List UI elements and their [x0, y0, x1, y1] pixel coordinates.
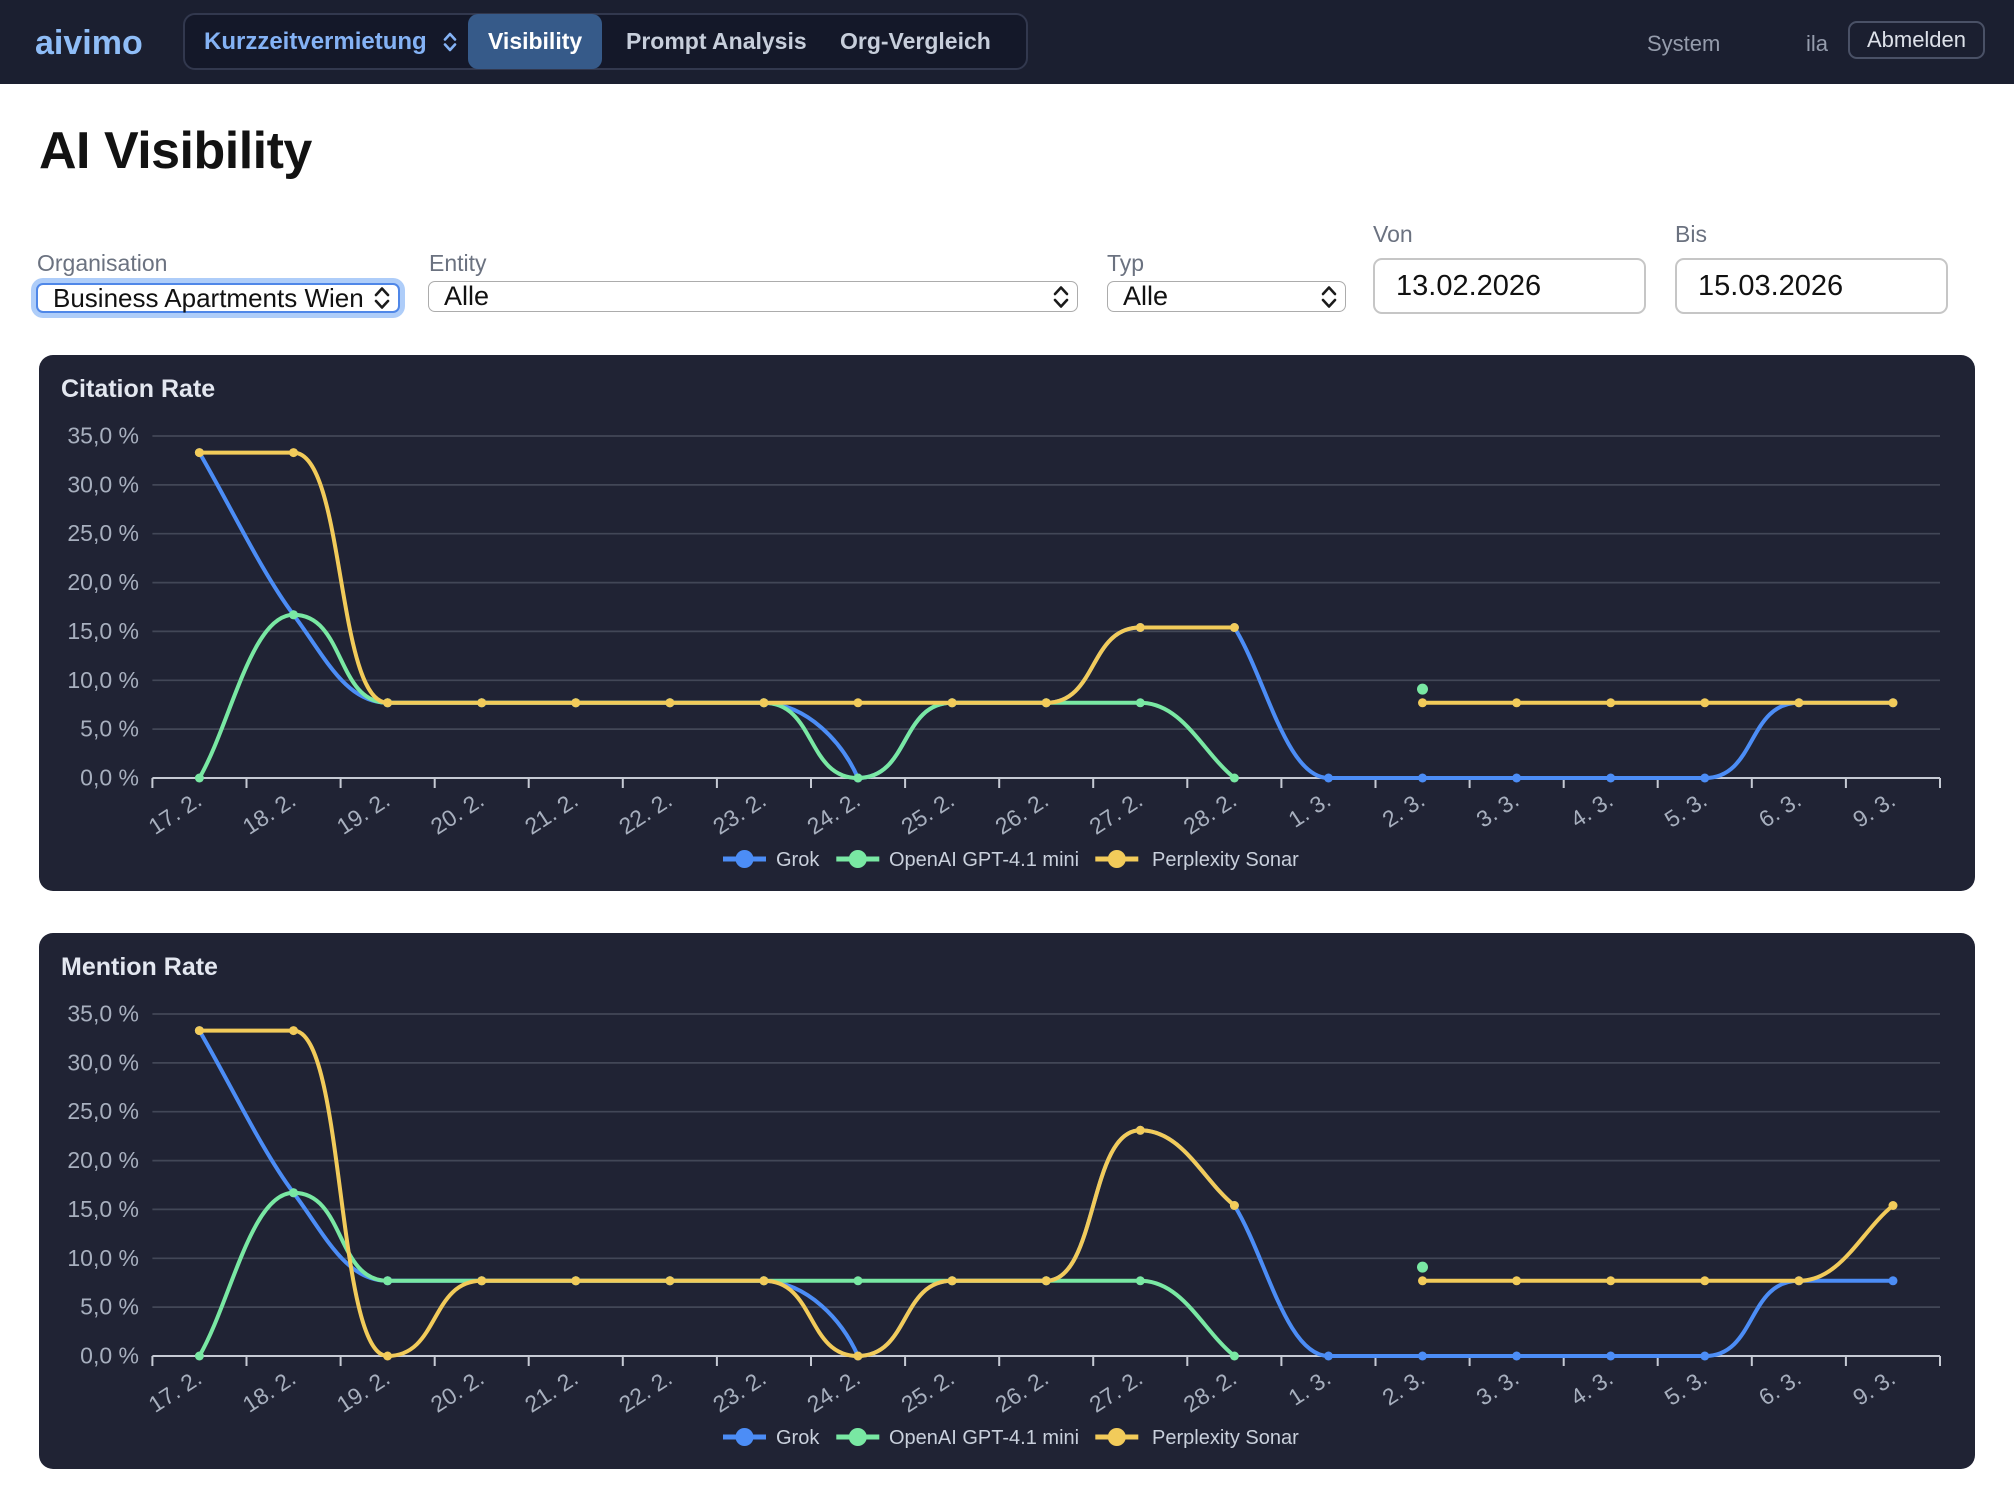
svg-text:21. 2.: 21. 2. [520, 786, 582, 839]
svg-text:0,0 %: 0,0 % [80, 1343, 139, 1369]
svg-text:25,0 %: 25,0 % [67, 1098, 139, 1124]
svg-text:6. 3.: 6. 3. [1754, 786, 1806, 832]
svg-text:22. 2.: 22. 2. [614, 786, 676, 839]
svg-text:30,0 %: 30,0 % [67, 1049, 139, 1075]
svg-text:4. 3.: 4. 3. [1566, 786, 1618, 832]
svg-text:23. 2.: 23. 2. [708, 1364, 770, 1417]
svg-text:25. 2.: 25. 2. [896, 786, 958, 839]
svg-text:5. 3.: 5. 3. [1660, 1364, 1712, 1410]
svg-text:23. 2.: 23. 2. [708, 786, 770, 839]
svg-text:2. 3.: 2. 3. [1378, 1364, 1430, 1410]
svg-text:OpenAI GPT-4.1 mini: OpenAI GPT-4.1 mini [889, 1427, 1079, 1449]
svg-text:27. 2.: 27. 2. [1085, 1364, 1147, 1417]
svg-text:9. 3.: 9. 3. [1848, 1364, 1900, 1410]
svg-text:21. 2.: 21. 2. [520, 1364, 582, 1417]
svg-text:2. 3.: 2. 3. [1378, 786, 1430, 832]
svg-text:9. 3.: 9. 3. [1848, 786, 1900, 832]
svg-text:6. 3.: 6. 3. [1754, 1364, 1806, 1410]
svg-text:19. 2.: 19. 2. [332, 786, 394, 839]
svg-text:15,0 %: 15,0 % [67, 1196, 139, 1222]
svg-text:20,0 %: 20,0 % [67, 569, 139, 595]
svg-text:27. 2.: 27. 2. [1085, 786, 1147, 839]
svg-text:Perplexity Sonar: Perplexity Sonar [1152, 849, 1299, 871]
svg-text:25,0 %: 25,0 % [67, 520, 139, 546]
svg-text:35,0 %: 35,0 % [67, 1001, 139, 1027]
svg-text:5,0 %: 5,0 % [80, 1294, 139, 1320]
svg-text:19. 2.: 19. 2. [332, 1364, 394, 1417]
svg-text:10,0 %: 10,0 % [67, 1245, 139, 1271]
svg-text:17. 2.: 17. 2. [144, 1364, 206, 1417]
svg-text:5. 3.: 5. 3. [1660, 786, 1712, 832]
svg-text:3. 3.: 3. 3. [1472, 786, 1524, 832]
svg-text:20. 2.: 20. 2. [426, 1364, 488, 1417]
svg-text:30,0 %: 30,0 % [67, 471, 139, 497]
svg-text:1. 3.: 1. 3. [1284, 1364, 1336, 1410]
svg-text:OpenAI GPT-4.1 mini: OpenAI GPT-4.1 mini [889, 849, 1079, 871]
svg-text:26. 2.: 26. 2. [990, 1364, 1052, 1417]
svg-text:0,0 %: 0,0 % [80, 765, 139, 791]
svg-text:24. 2.: 24. 2. [802, 1364, 864, 1417]
svg-text:4. 3.: 4. 3. [1566, 1364, 1618, 1410]
svg-text:26. 2.: 26. 2. [990, 786, 1052, 839]
svg-text:18. 2.: 18. 2. [238, 786, 300, 839]
svg-text:Perplexity Sonar: Perplexity Sonar [1152, 1427, 1299, 1449]
svg-text:17. 2.: 17. 2. [144, 786, 206, 839]
svg-text:10,0 %: 10,0 % [67, 667, 139, 693]
svg-text:3. 3.: 3. 3. [1472, 1364, 1524, 1410]
svg-text:Grok: Grok [776, 849, 820, 871]
svg-text:20. 2.: 20. 2. [426, 786, 488, 839]
svg-text:24. 2.: 24. 2. [802, 786, 864, 839]
svg-text:Grok: Grok [776, 1427, 820, 1449]
svg-text:28. 2.: 28. 2. [1179, 1364, 1241, 1417]
svg-text:35,0 %: 35,0 % [67, 423, 139, 449]
svg-text:1. 3.: 1. 3. [1284, 786, 1336, 832]
svg-text:15,0 %: 15,0 % [67, 618, 139, 644]
svg-text:5,0 %: 5,0 % [80, 716, 139, 742]
svg-text:25. 2.: 25. 2. [896, 1364, 958, 1417]
svg-text:18. 2.: 18. 2. [238, 1364, 300, 1417]
svg-text:22. 2.: 22. 2. [614, 1364, 676, 1417]
svg-text:20,0 %: 20,0 % [67, 1147, 139, 1173]
svg-text:28. 2.: 28. 2. [1179, 786, 1241, 839]
